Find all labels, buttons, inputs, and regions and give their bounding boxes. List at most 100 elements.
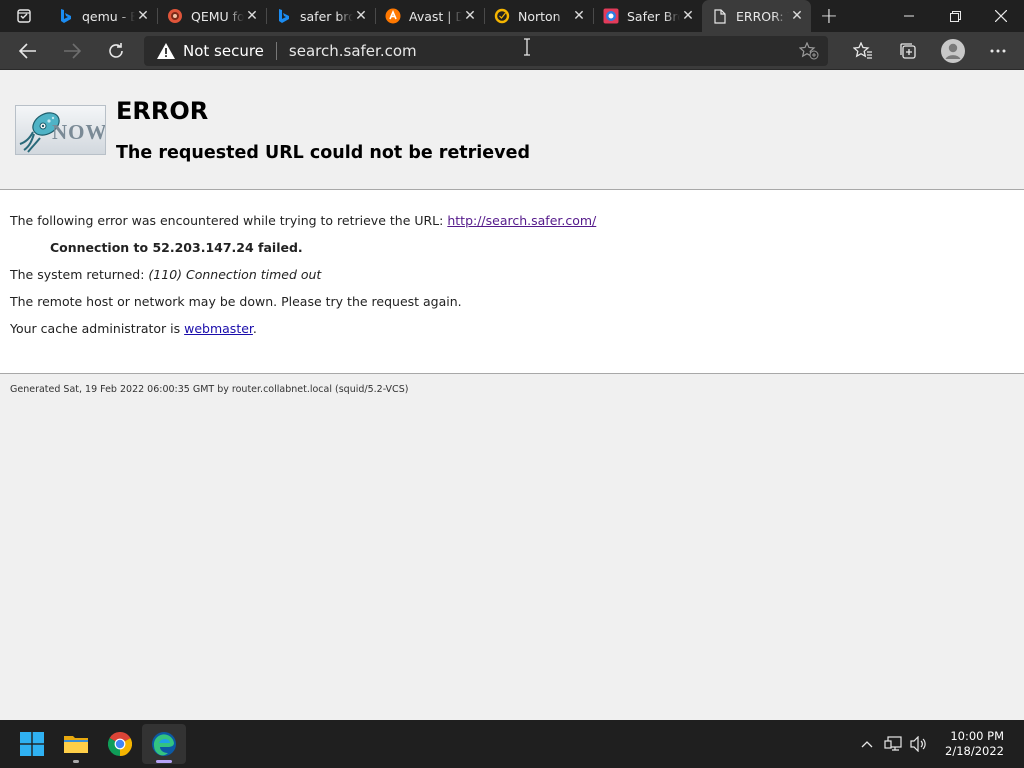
url-text[interactable]: search.safer.com	[289, 42, 791, 60]
error-url-line: The following error was encountered whil…	[10, 213, 596, 228]
forward-arrow-icon	[64, 42, 81, 59]
tab-safer-browser[interactable]: Safer Browser ✕	[593, 0, 702, 32]
back-arrow-icon	[19, 42, 36, 59]
profile-button[interactable]	[930, 32, 975, 70]
favorites-button[interactable]	[840, 32, 885, 70]
browser-toolbar: Not secure search.safer.com	[0, 32, 1024, 70]
close-tab-icon[interactable]: ✕	[135, 8, 151, 24]
remote-host-message: The remote host or network may be down. …	[10, 294, 462, 309]
clock-time: 10:00 PM	[950, 729, 1004, 743]
connection-failed-message: Connection to 52.203.147.24 failed.	[50, 240, 303, 255]
tab-title: ERROR: The requested URL could not be re…	[736, 8, 789, 24]
taskbar: 10:00 PM 2/18/2022	[0, 720, 1024, 768]
cache-admin-suffix: .	[252, 321, 257, 336]
collections-icon	[899, 42, 916, 59]
address-separator	[275, 41, 277, 60]
close-tab-icon[interactable]: ✕	[571, 8, 587, 24]
file-explorer-button[interactable]	[54, 724, 98, 764]
new-tab-button[interactable]: +	[811, 0, 847, 32]
bing-icon	[58, 8, 74, 24]
tab-title: Safer Browser	[627, 8, 680, 24]
address-bar[interactable]: Not secure search.safer.com	[144, 35, 828, 66]
folder-icon	[64, 736, 88, 753]
running-indicator	[156, 760, 172, 763]
collections-button[interactable]	[885, 32, 930, 70]
edge-icon	[152, 732, 176, 756]
tab-title: Norton	[518, 8, 561, 24]
error-url-prefix: The following error was encountered whil…	[10, 213, 448, 228]
bing-icon	[276, 8, 292, 24]
tab-actions-icon	[17, 9, 31, 23]
windows-start-icon	[20, 732, 44, 756]
divider	[0, 373, 1024, 374]
avatar-icon	[940, 38, 965, 63]
volume-button[interactable]	[907, 736, 931, 752]
tab-title: Avast | Download	[409, 8, 462, 24]
tab-avast[interactable]: Avast | Download ✕	[375, 0, 484, 32]
chevron-up-icon	[861, 741, 873, 748]
close-tab-icon[interactable]: ✕	[462, 8, 478, 24]
restore-button[interactable]	[932, 0, 978, 32]
tab-title: qemu - Bing	[82, 8, 135, 24]
error-content: The following error was encountered whil…	[0, 190, 1024, 374]
text-cursor-icon	[524, 38, 530, 56]
tab-norton[interactable]: Norton ✕	[484, 0, 593, 32]
chrome-button[interactable]	[98, 724, 142, 764]
cache-admin-line: Your cache administrator is webmaster.	[10, 321, 257, 336]
tab-safer-browser-bing[interactable]: safer browser - Bing ✕	[266, 0, 375, 32]
security-label: Not secure	[183, 41, 264, 60]
close-tab-icon[interactable]: ✕	[789, 8, 805, 24]
running-indicator	[73, 760, 79, 763]
tab-title: safer browser - Bing	[300, 8, 353, 24]
network-icon	[884, 736, 902, 751]
system-returned-value: (110) Connection timed out	[148, 267, 322, 282]
minimize-button[interactable]	[886, 0, 932, 32]
volume-icon	[910, 736, 926, 752]
error-title: ERROR	[116, 97, 209, 125]
logo-text: NOW	[52, 120, 106, 144]
close-tab-icon[interactable]: ✕	[680, 8, 696, 24]
cache-admin-prefix: Your cache administrator is	[10, 321, 185, 336]
close-tab-icon[interactable]: ✕	[353, 8, 369, 24]
refresh-button[interactable]	[94, 32, 138, 70]
tab-error-active[interactable]: ERROR: The requested URL could not be re…	[702, 0, 811, 32]
system-returned-prefix: The system returned:	[10, 267, 149, 282]
page-viewport: NOW ERROR The requested URL could not be…	[0, 71, 1024, 720]
avast-icon	[385, 8, 401, 24]
squid-logo: NOW	[15, 105, 106, 155]
minimize-icon	[904, 15, 914, 17]
generated-footer: Generated Sat, 19 Feb 2022 06:00:35 GMT …	[10, 384, 409, 395]
close-window-button[interactable]	[978, 0, 1024, 32]
settings-more-button[interactable]	[975, 32, 1020, 70]
tab-title: QEMU for Windows	[191, 8, 244, 24]
system-returned-line: The system returned: (110) Connection ti…	[10, 267, 321, 282]
webmaster-link[interactable]: webmaster	[184, 321, 253, 336]
warning-icon	[157, 42, 175, 59]
edge-button[interactable]	[142, 724, 186, 764]
page-icon	[712, 8, 728, 24]
tab-actions-button[interactable]	[0, 0, 48, 32]
start-button[interactable]	[10, 724, 54, 764]
add-favorite-button[interactable]	[791, 41, 827, 60]
tab-qemu-bing[interactable]: qemu - Bing ✕	[48, 0, 157, 32]
refresh-icon	[109, 42, 123, 58]
restore-icon	[949, 10, 961, 22]
more-dots-icon	[990, 49, 1005, 52]
taskbar-clock[interactable]: 10:00 PM 2/18/2022	[945, 729, 1004, 759]
norton-icon	[494, 8, 510, 24]
error-subtitle: The requested URL could not be retrieved	[116, 143, 530, 163]
site-security-button[interactable]: Not secure	[157, 42, 264, 60]
requested-url-link[interactable]: http://search.safer.com/	[447, 213, 596, 228]
qemu-icon	[167, 8, 183, 24]
safer-icon	[603, 8, 619, 24]
show-hidden-icons-button[interactable]	[855, 740, 879, 748]
clock-date: 2/18/2022	[945, 744, 1004, 758]
error-header: NOW ERROR The requested URL could not be…	[0, 71, 1024, 189]
tab-qemu-windows[interactable]: QEMU for Windows ✕	[157, 0, 266, 32]
favorites-icon	[852, 41, 872, 59]
star-add-icon	[799, 41, 819, 59]
back-button[interactable]	[6, 32, 50, 70]
close-tab-icon[interactable]: ✕	[244, 8, 260, 24]
network-button[interactable]	[881, 736, 905, 752]
forward-button[interactable]	[50, 32, 94, 70]
